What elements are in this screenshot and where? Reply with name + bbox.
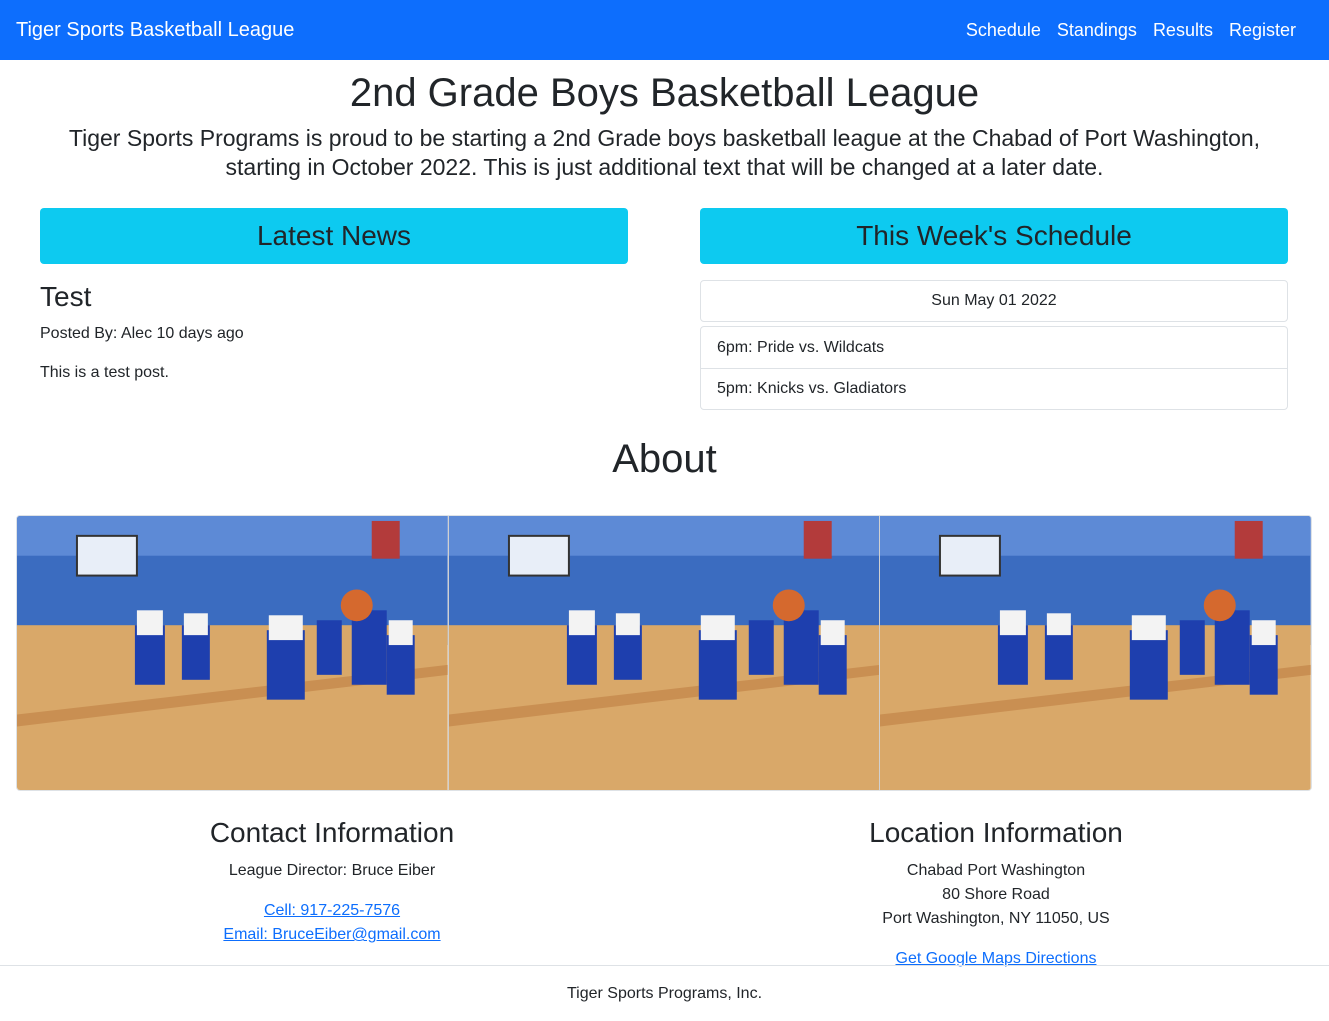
- nav-register-link[interactable]: Register: [1221, 20, 1304, 41]
- top-navbar: Tiger Sports Basketball League Schedule …: [0, 0, 1329, 60]
- weekly-schedule-header: This Week's Schedule: [700, 208, 1288, 264]
- hero-section: 2nd Grade Boys Basketball League Tiger S…: [0, 60, 1329, 182]
- post-title: Test: [40, 281, 92, 312]
- page-title: 2nd Grade Boys Basketball League: [349, 71, 980, 115]
- schedule-date: Sun May 01 2022: [700, 280, 1288, 322]
- nav-links: Schedule Standings Results Register: [958, 20, 1304, 41]
- basketball-photo: [447, 516, 880, 791]
- cell-phone-link[interactable]: Cell: 917-225-7576: [264, 902, 400, 919]
- post-body: This is a test post.: [40, 364, 169, 381]
- contact-information: Contact Information League Director: Bru…: [0, 817, 664, 971]
- schedule-column: This Week's Schedule Sun May 01 2022 6pm…: [700, 208, 1288, 410]
- latest-news-header: Latest News: [40, 208, 628, 264]
- hero-description: Tiger Sports Programs is proud to be sta…: [68, 125, 1261, 180]
- nav-schedule-link[interactable]: Schedule: [958, 20, 1049, 41]
- location-street: 80 Shore Road: [942, 886, 1050, 904]
- contact-heading: Contact Information: [209, 817, 455, 849]
- nav-results-link[interactable]: Results: [1145, 20, 1221, 41]
- location-name: Chabad Port Washington: [906, 862, 1086, 880]
- list-item: 5pm: Knicks vs. Gladiators: [701, 368, 1287, 409]
- nav-standings-link[interactable]: Standings: [1049, 20, 1145, 41]
- footer: Tiger Sports Programs, Inc.: [0, 965, 1329, 1021]
- about-heading: About: [612, 437, 717, 481]
- location-city: Port Washington, NY 11050, US: [882, 910, 1110, 928]
- news-schedule-row: Latest News Test Posted By: Alec 10 days…: [0, 208, 1329, 410]
- news-column: Latest News Test Posted By: Alec 10 days…: [40, 208, 628, 410]
- post-meta: Posted By: Alec 10 days ago: [40, 325, 244, 342]
- info-row: Contact Information League Director: Bru…: [0, 817, 1329, 971]
- location-information: Location Information Chabad Port Washing…: [664, 817, 1328, 971]
- league-director: League Director: Bruce Eiber: [228, 862, 436, 880]
- photo-gallery: [16, 515, 1312, 792]
- footer-text: Tiger Sports Programs, Inc.: [566, 984, 763, 1002]
- location-heading: Location Information: [869, 817, 1123, 849]
- games-list: 6pm: Pride vs. Wildcats 5pm: Knicks vs. …: [700, 326, 1288, 410]
- basketball-photo: [17, 516, 448, 791]
- email-link[interactable]: Email: BruceEiber@gmail.com: [223, 926, 440, 943]
- basketball-photo: [879, 516, 1311, 791]
- brand-link[interactable]: Tiger Sports Basketball League: [16, 19, 294, 42]
- list-item: 6pm: Pride vs. Wildcats: [717, 338, 885, 356]
